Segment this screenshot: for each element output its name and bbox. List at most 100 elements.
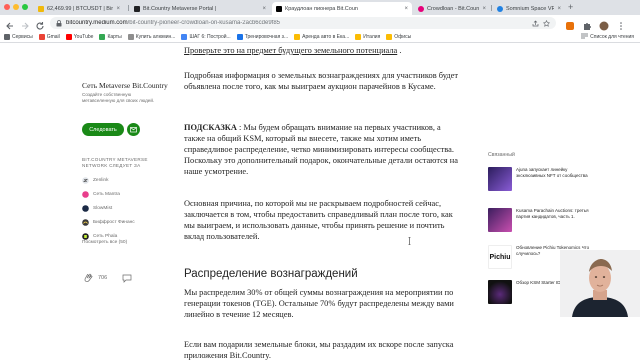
bookmark-gmail[interactable]: Gmail <box>38 33 60 40</box>
close-tab-icon[interactable]: × <box>557 6 561 12</box>
author-description: Создайте собственную метавселенную для с… <box>82 92 155 104</box>
bookmark-star-icon[interactable] <box>542 14 551 32</box>
new-tab-button[interactable]: + <box>568 2 573 13</box>
article-paragraph: Подробная информация о земельных вознагр… <box>184 71 459 91</box>
opensea-favicon-icon <box>497 5 503 12</box>
comment-bubble-icon[interactable] <box>121 272 133 284</box>
section-heading: Распределение вознаграждений <box>184 268 358 280</box>
related-article-title: Kusama Parachain Auctions: третья партия… <box>516 208 589 219</box>
bookmark-item[interactable]: Аренда авто в Ека... <box>294 33 349 40</box>
back-arrow-icon[interactable] <box>5 18 15 30</box>
bookmark-folder[interactable]: Офисы <box>386 33 411 40</box>
tab-label: Bit.Country Metaverse Portal | <box>143 5 217 12</box>
bookmark-item[interactable]: ШАГ 6: Построй... <box>181 33 231 40</box>
phala-icon <box>82 233 89 240</box>
close-tab-icon[interactable]: × <box>262 6 266 12</box>
slowmist-icon <box>82 205 89 212</box>
binance-favicon-icon <box>38 5 44 12</box>
forward-arrow-icon[interactable] <box>20 18 30 30</box>
bifrost-icon <box>82 219 89 226</box>
related-article[interactable]: Ajuna запускает линейку эксклюзивных NFT… <box>488 167 600 195</box>
bookmark-maps[interactable]: Карты <box>99 33 122 40</box>
mantra-icon <box>82 191 89 198</box>
tab-label: Crowdloan - Bit.Country Pione <box>427 5 480 12</box>
following-item-phala[interactable]: Сеть Phala <box>82 233 117 240</box>
browser-tab[interactable]: Crowdloan - Bit.Country Pione × <box>414 2 490 15</box>
close-window-dot[interactable] <box>4 4 10 10</box>
presenter-video-image <box>560 250 640 317</box>
close-tab-icon[interactable]: × <box>404 6 408 12</box>
clap-icon[interactable] <box>82 272 94 284</box>
browser-tab-active[interactable]: Краудлоан пионера Bit.Coun × <box>272 2 412 15</box>
lock-icon[interactable] <box>56 14 62 32</box>
related-thumbnail <box>488 167 512 191</box>
url-text: bitcountry.medium.com/bit-country-pionee… <box>66 20 280 26</box>
puzzle-extensions-icon[interactable] <box>582 18 592 30</box>
close-tab-icon[interactable]: × <box>116 6 120 12</box>
extension-icon[interactable] <box>565 18 575 30</box>
window-controls <box>4 4 28 10</box>
see-all-link[interactable]: Посмотреть все (50) <box>82 240 127 245</box>
bitcountry-favicon-icon <box>134 5 140 12</box>
bookmark-youtube[interactable]: YouTube <box>65 33 93 40</box>
address-bar[interactable]: bitcountry.medium.com/bit-country-pionee… <box>50 17 556 29</box>
related-thumbnail <box>488 280 512 304</box>
related-article-title: Ajuna запускает линейку эксклюзивных NFT… <box>516 167 588 178</box>
bookmark-favicon-icon <box>181 33 188 40</box>
folder-icon <box>386 33 393 40</box>
mail-plus-icon <box>130 127 137 133</box>
tab-label: Somnium Space VR - Collectio <box>506 5 555 12</box>
land-potential-link[interactable]: Проверьте это на предмет будущего земель… <box>184 46 397 55</box>
tab-strip: 62,469.99 | BTCUSDT | Binan × Bit.Countr… <box>0 0 640 15</box>
related-heading: Связанный <box>488 152 515 158</box>
youtube-icon <box>65 33 72 40</box>
related-thumbnail <box>488 208 512 232</box>
bookmark-favicon-icon <box>236 33 243 40</box>
tab-label: Краудлоан пионера Bit.Coun <box>285 5 358 12</box>
apps-grid-icon <box>4 33 10 40</box>
reading-list-icon <box>581 33 589 41</box>
minimize-window-dot[interactable] <box>13 4 19 10</box>
zoom-window-dot[interactable] <box>22 4 28 10</box>
reading-list[interactable]: Список для чтения <box>581 33 634 41</box>
bookmark-item[interactable]: Купить алюмин... <box>127 33 175 40</box>
polkadot-favicon-icon <box>418 5 424 12</box>
following-heading: BIT.COUNTRY METAVERSE NETWORK СЛЕДУЕТ ЗА <box>82 157 148 169</box>
text-cursor-icon <box>408 237 411 245</box>
menu-dots-icon[interactable] <box>616 18 626 30</box>
bookmark-favicon-icon <box>294 33 301 40</box>
browser-tab[interactable]: 62,469.99 | BTCUSDT | Binan × <box>34 2 124 15</box>
close-tab-icon[interactable]: × <box>482 6 486 12</box>
author-name[interactable]: Сеть Metaverse Bit.Country <box>82 81 168 90</box>
reload-icon[interactable] <box>35 18 45 30</box>
pichiu-logo-text: Pichiu <box>489 253 511 261</box>
clap-count: 706 <box>98 275 108 281</box>
bookmark-folder[interactable]: Италия <box>355 33 380 40</box>
follow-button[interactable]: Следовать <box>82 123 124 136</box>
engagement-row: 706 <box>82 272 133 284</box>
bookmark-item[interactable]: Тренировочная з... <box>236 33 288 40</box>
zenlink-icon <box>82 177 89 184</box>
following-item-bifrost[interactable]: Биффрост Финанс <box>82 219 135 226</box>
article-paragraph: ПОДСКАЗКА : Мы будем обращать внимание н… <box>184 123 458 176</box>
following-item-zenlink[interactable]: Zenlink <box>82 177 108 184</box>
bookmark-favicon-icon <box>127 33 134 40</box>
webcam-overlay <box>560 250 640 317</box>
browser-tab[interactable]: Bit.Country Metaverse Portal | × <box>130 2 270 15</box>
browser-tab[interactable]: Somnium Space VR - Collectio × <box>493 2 565 15</box>
bookmark-apps[interactable]: Сервисы <box>4 33 33 40</box>
following-item-mantra[interactable]: Сеть Mantra <box>82 191 120 198</box>
profile-avatar[interactable] <box>599 18 609 31</box>
medium-page: Сеть Metaverse Bit.Country Создайте собс… <box>0 43 640 360</box>
following-item-slowmist[interactable]: SlowMist <box>82 205 112 212</box>
maps-icon <box>99 33 106 40</box>
article-paragraph: Основная причина, по которой мы не раскр… <box>184 199 453 241</box>
article-paragraph: Мы распределим 30% от общей суммы вознаг… <box>184 288 454 319</box>
related-article[interactable]: Kusama Parachain Auctions: третья партия… <box>488 208 600 236</box>
medium-favicon-icon <box>276 5 282 12</box>
browser-toolbar: bitcountry.medium.com/bit-country-pionee… <box>0 15 640 31</box>
subscribe-mail-button[interactable] <box>127 123 140 136</box>
share-icon[interactable] <box>532 14 539 32</box>
article-paragraph: Если вам подарили земельные блоки, мы ра… <box>184 340 454 360</box>
article-paragraph: Проверьте это на предмет будущего земель… <box>184 46 402 55</box>
